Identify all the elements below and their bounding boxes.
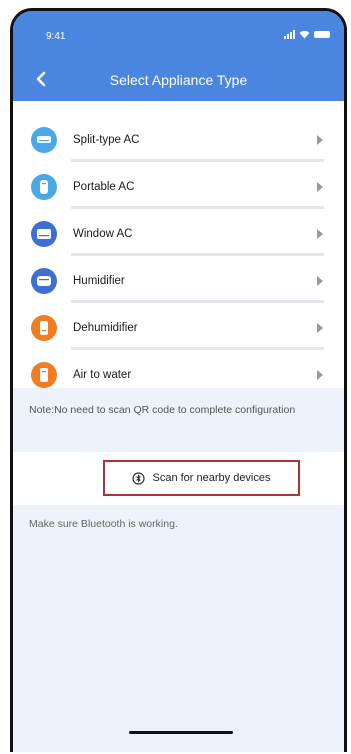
portable-ac-icon [31, 173, 57, 200]
appliance-item-air-to-water[interactable]: Air to water [13, 352, 344, 397]
humidifier-icon [31, 267, 57, 294]
page-title: Select Appliance Type [109, 72, 248, 88]
chevron-right-icon [317, 369, 323, 380]
divider [71, 206, 324, 209]
status-icons [284, 30, 330, 39]
scan-nearby-devices-button[interactable]: Scan for nearby devices [103, 460, 300, 496]
divider [71, 253, 324, 256]
chevron-right-icon [317, 134, 323, 145]
appliance-label: Split-type AC [73, 133, 140, 146]
appliance-label: Humidifier [73, 274, 125, 287]
dehumidifier-icon [31, 314, 57, 341]
appliance-label: Portable AC [73, 180, 135, 193]
divider [71, 347, 324, 350]
scan-button-label: Scan for nearby devices [152, 472, 271, 484]
bluetooth-scan-icon [132, 471, 146, 485]
status-time: 9:41 [46, 31, 66, 42]
chevron-right-icon [317, 275, 323, 286]
appliance-item-humidifier[interactable]: Humidifier [13, 258, 344, 303]
qr-note: Note:No need to scan QR code to complete… [29, 404, 296, 416]
signal-icon [284, 30, 295, 39]
air-to-water-icon [31, 361, 57, 388]
appliance-label: Window AC [73, 227, 133, 240]
battery-icon [314, 31, 330, 38]
chevron-right-icon [317, 322, 323, 333]
wifi-icon [299, 30, 310, 39]
app-header: 9:41 Select Appliance Type [13, 11, 344, 101]
scan-section: Scan for nearby devices [13, 452, 344, 505]
home-indicator[interactable] [129, 731, 233, 734]
appliance-item-window-ac[interactable]: Window AC [13, 211, 344, 256]
chevron-right-icon [317, 181, 323, 192]
status-bar: 9:41 [13, 29, 344, 47]
appliance-item-portable-ac[interactable]: Portable AC [13, 164, 344, 209]
appliance-label: Air to water [73, 368, 132, 381]
appliance-item-dehumidifier[interactable]: Dehumidifier [13, 305, 344, 350]
split-ac-icon [31, 126, 57, 153]
window-ac-icon [31, 220, 57, 247]
appliance-item-split-type-ac[interactable]: Split-type AC [13, 117, 344, 162]
chevron-right-icon [317, 228, 323, 239]
nav-bar: Select Appliance Type [13, 66, 344, 92]
appliance-label: Dehumidifier [73, 321, 138, 334]
divider [71, 300, 324, 303]
appliance-list: Split-type AC Portable AC Window AC Humi… [13, 101, 344, 388]
divider [71, 159, 324, 162]
bluetooth-note: Make sure Bluetooth is working. [29, 518, 178, 530]
phone-frame: 9:41 Select Appliance Type Split-type AC… [10, 8, 347, 752]
